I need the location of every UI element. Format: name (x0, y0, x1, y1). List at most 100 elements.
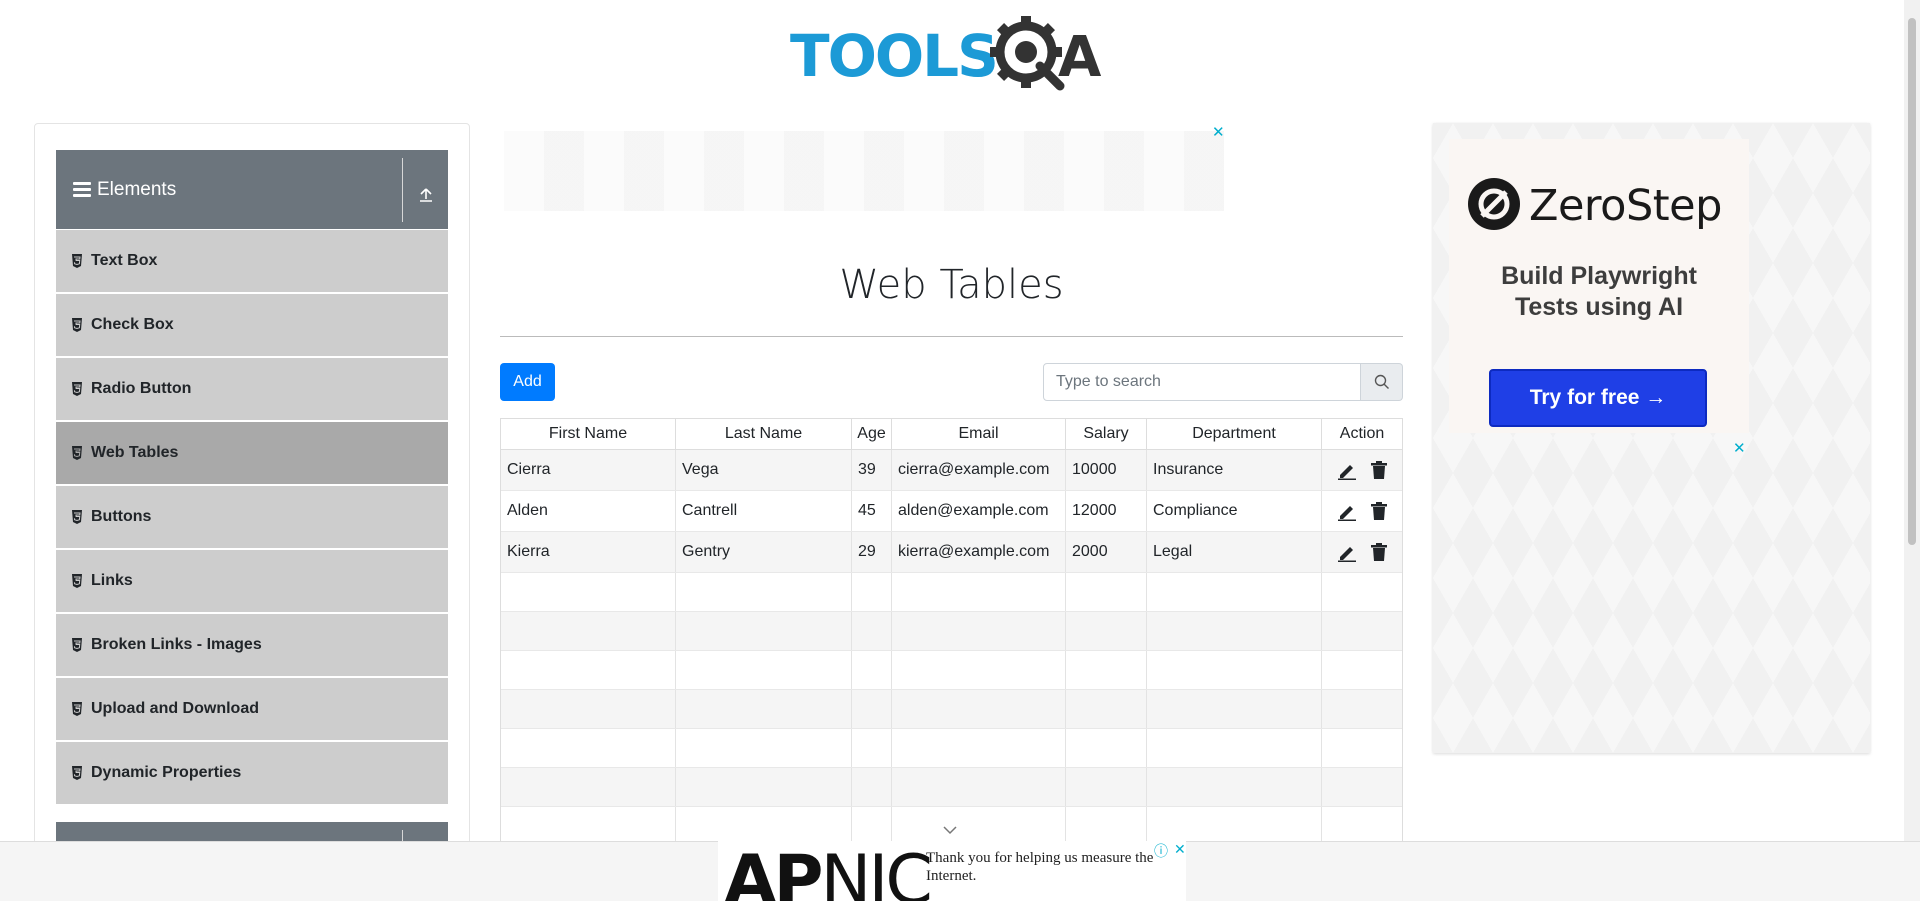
column-header-age[interactable]: Age (852, 419, 892, 449)
cell-age: 45 (852, 491, 892, 531)
cell-salary (1066, 573, 1147, 611)
cell-department (1147, 612, 1322, 650)
sidebar-item-web-tables[interactable]: Web Tables (56, 422, 448, 484)
sidebar-item-label: Dynamic Properties (91, 764, 242, 781)
cell-email (892, 651, 1066, 689)
apnic-logo: APNIC (724, 841, 933, 901)
cell-action (1322, 532, 1402, 572)
table-row: Kierra Gentry 29 kierra@example.com 2000 Lega… (501, 532, 1402, 573)
search-input[interactable] (1043, 363, 1361, 401)
sidebar-item-label: Check Box (91, 316, 174, 333)
cell-email (892, 768, 1066, 806)
cell-action (1322, 651, 1402, 689)
edit-icon[interactable] (1337, 501, 1357, 521)
cell-age: 39 (852, 450, 892, 490)
edit-icon[interactable] (1337, 542, 1357, 562)
sidebar-item-check-box[interactable]: Check Box (56, 294, 448, 356)
cell-department (1147, 807, 1322, 841)
edit-icon[interactable] (1337, 460, 1357, 480)
sidebar-item-text-box[interactable]: Text Box (56, 230, 448, 292)
sidebar-item-label: Broken Links - Images (91, 636, 262, 653)
zerostep-ad-card[interactable]: ZeroStep Build Playwright Tests using AI… (1449, 139, 1749, 433)
elements-menu-list: Text Box Check Box Radio Button Web Tabl… (56, 230, 448, 806)
cell-age (852, 729, 892, 767)
ad-close-icon[interactable]: ✕ (1174, 841, 1186, 861)
page-title: Web Tables (839, 262, 1064, 308)
cell-salary: 10000 (1066, 450, 1147, 490)
sidebar-item-buttons[interactable]: Buttons (56, 486, 448, 548)
ad-tagline-line1: Build Playwright (1501, 262, 1697, 290)
delete-icon[interactable] (1371, 461, 1387, 479)
column-header-action[interactable]: Action (1322, 419, 1402, 449)
cell-department (1147, 690, 1322, 728)
cell-last-name: Gentry (676, 532, 852, 572)
cell-action (1322, 573, 1402, 611)
toolsqa-logo[interactable]: TOOLS A (790, 14, 1116, 92)
cell-age (852, 573, 892, 611)
cell-first-name (501, 807, 676, 841)
scrollbar-thumb[interactable] (1908, 18, 1916, 545)
cell-salary (1066, 612, 1147, 650)
chevron-down-icon[interactable] (942, 825, 958, 835)
delete-icon[interactable] (1371, 543, 1387, 561)
search-button[interactable] (1361, 363, 1403, 401)
cell-salary (1066, 690, 1147, 728)
cell-email: cierra@example.com (892, 450, 1066, 490)
apnic-ad-text: Thank you for helping us measure the Int… (926, 850, 1154, 884)
table-row: Alden Cantrell 45 alden@example.com 12000 Com… (501, 491, 1402, 532)
hamburger-icon (73, 182, 91, 197)
top-ad-banner[interactable]: ✕ (500, 123, 1225, 218)
title-divider (500, 336, 1403, 337)
cell-department (1147, 729, 1322, 767)
cell-email (892, 690, 1066, 728)
table-body: Cierra Vega 39 cierra@example.com 10000 Insur… (501, 450, 1402, 841)
collapse-arrow-icon[interactable] (418, 186, 434, 202)
column-header-salary[interactable]: Salary (1066, 419, 1147, 449)
cell-action (1322, 450, 1402, 490)
cell-action (1322, 612, 1402, 650)
right-ad[interactable]: ZeroStep Build Playwright Tests using AI… (1433, 123, 1870, 753)
cell-email (892, 807, 1066, 841)
cell-salary: 2000 (1066, 532, 1147, 572)
cell-salary (1066, 651, 1147, 689)
sidebar-item-broken-links[interactable]: Broken Links - Images (56, 614, 448, 676)
apnic-ad[interactable]: APNIC Thank you for helping us measure t… (718, 841, 1186, 901)
sidebar-item-radio-button[interactable]: Radio Button (56, 358, 448, 420)
group-title: Elements (97, 178, 177, 200)
table-header: First Name Last Name Age Email Salary De… (501, 419, 1402, 450)
add-button[interactable]: Add (500, 363, 555, 401)
cell-last-name (676, 573, 852, 611)
column-header-email[interactable]: Email (892, 419, 1066, 449)
column-header-department[interactable]: Department (1147, 419, 1322, 449)
sidebar-item-links[interactable]: Links (56, 550, 448, 612)
sidebar-item-upload-download[interactable]: Upload and Download (56, 678, 448, 740)
try-for-free-button[interactable]: Try for free → (1489, 369, 1707, 427)
page-scrollbar[interactable] (1904, 0, 1920, 841)
column-header-last-name[interactable]: Last Name (676, 419, 852, 449)
cell-department (1147, 768, 1322, 806)
cell-department (1147, 573, 1322, 611)
ad-close-icon[interactable]: ✕ (1733, 439, 1746, 457)
zerostep-logo-icon (1468, 178, 1520, 230)
delete-icon[interactable] (1371, 502, 1387, 520)
header: TOOLS A (0, 0, 1904, 100)
svg-text:A: A (1058, 25, 1102, 90)
cell-action (1322, 690, 1402, 728)
sidebar-item-dynamic-properties[interactable]: Dynamic Properties (56, 742, 448, 804)
cell-age (852, 651, 892, 689)
column-header-first-name[interactable]: First Name (501, 419, 676, 449)
cell-age (852, 612, 892, 650)
cell-email: alden@example.com (892, 491, 1066, 531)
cell-age (852, 768, 892, 806)
cell-first-name: Kierra (501, 532, 676, 572)
ad-info-icon[interactable]: ⓘ (1154, 841, 1168, 861)
elements-group-header[interactable]: Elements (56, 150, 448, 229)
ad-close-icon[interactable]: ✕ (1212, 123, 1225, 141)
html5-icon (72, 254, 82, 268)
cell-department: Legal (1147, 532, 1322, 572)
cell-first-name (501, 729, 676, 767)
cell-action (1322, 807, 1402, 841)
cell-last-name (676, 612, 852, 650)
sidebar-item-label: Web Tables (91, 444, 179, 461)
cell-first-name: Alden (501, 491, 676, 531)
